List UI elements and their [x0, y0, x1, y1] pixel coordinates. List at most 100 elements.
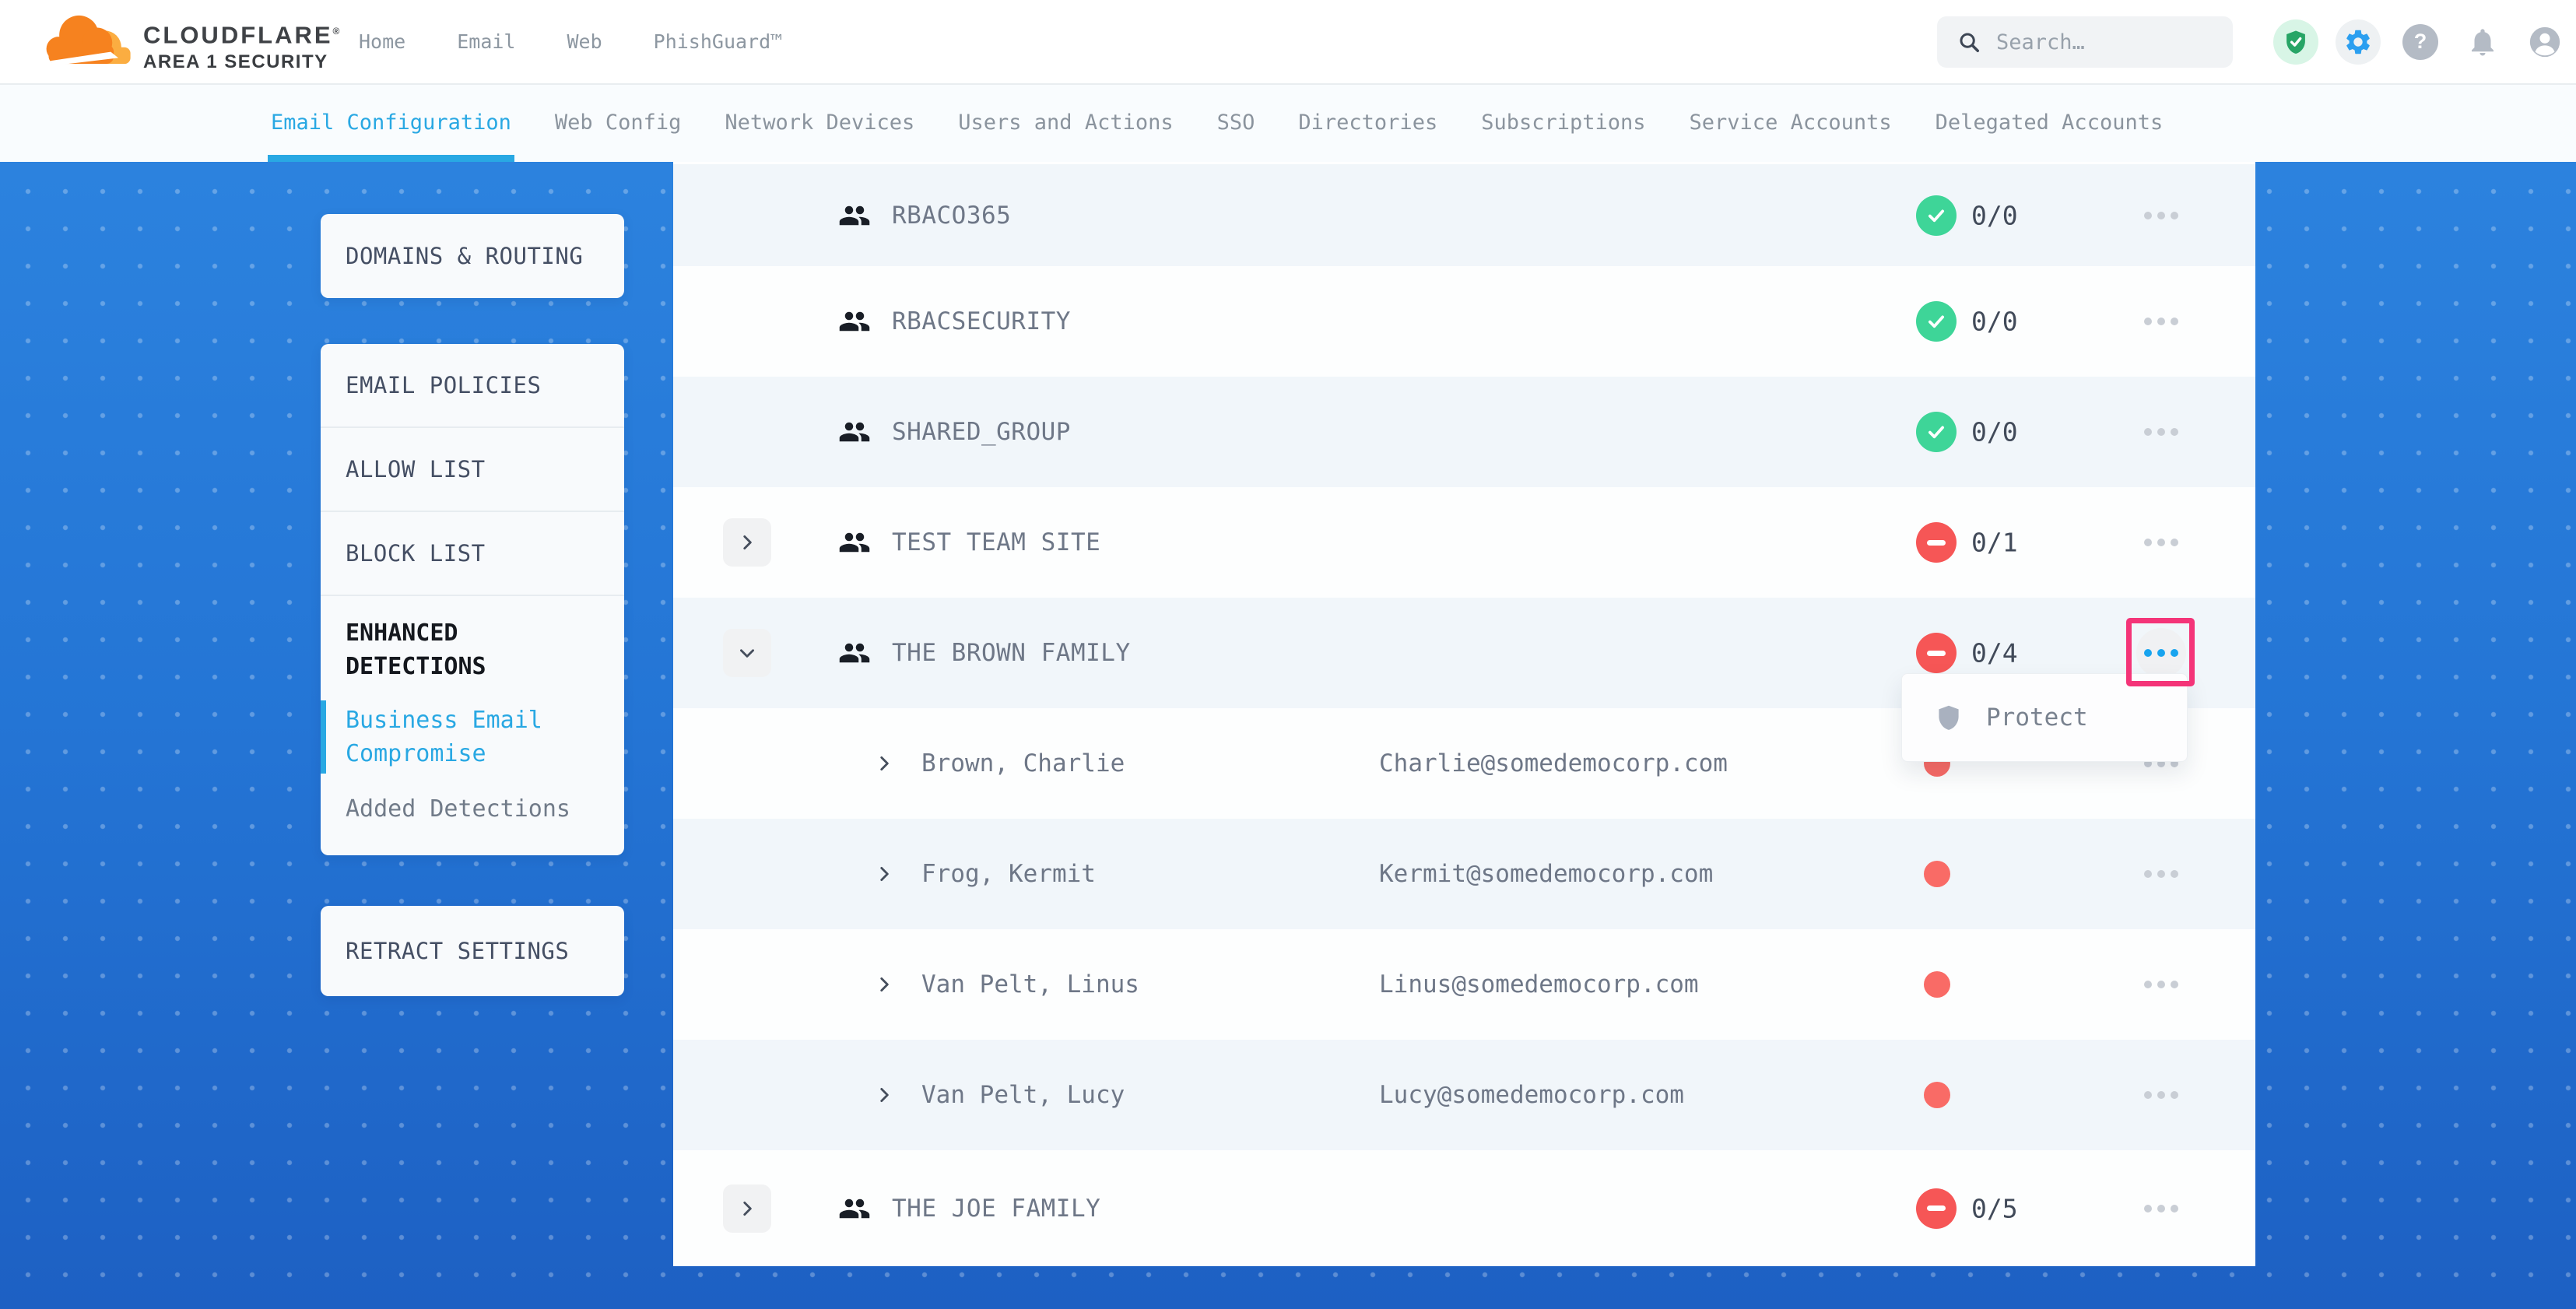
- table-row-group: RBACSECURITY 0/0: [673, 266, 2255, 377]
- row-actions-kebab-button[interactable]: [2136, 297, 2186, 346]
- cloudflare-logo[interactable]: CLOUDFLARE® AREA 1 SECURITY: [45, 6, 342, 74]
- shield-check-icon[interactable]: [2265, 19, 2327, 65]
- menu-item-protect[interactable]: Protect: [1986, 704, 2088, 732]
- protected-count: 0/0: [1971, 417, 2018, 447]
- sidebar-card-policies: EMAIL POLICIES ALLOW LIST BLOCK LIST ENHAN…: [321, 344, 624, 855]
- group-icon: [838, 526, 871, 559]
- shield-icon: [1935, 704, 1963, 732]
- expand-row-button[interactable]: [723, 518, 771, 567]
- sidebar-item-added-detections[interactable]: Added Detections: [346, 792, 599, 826]
- row-actions-kebab-button[interactable]: [2136, 960, 2186, 1009]
- group-icon: [838, 1192, 871, 1225]
- row-actions-kebab-button[interactable]: [2136, 849, 2186, 899]
- status-badge-ok: [1916, 301, 1957, 342]
- group-name[interactable]: RBACO365: [892, 202, 1011, 230]
- tab-web-config[interactable]: Web Config: [555, 83, 682, 162]
- table-row-group: RBACO3650/0: [673, 164, 2255, 266]
- sidebar-card-domains[interactable]: DOMAINS & ROUTING: [321, 214, 624, 298]
- enhanced-detections-title[interactable]: ENHANCED DETECTIONS: [346, 616, 599, 683]
- tab-sso[interactable]: SSO: [1217, 83, 1255, 162]
- row-actions-kebab-button[interactable]: [2136, 191, 2186, 240]
- status-badge-blocked: [1916, 633, 1957, 673]
- chevron-right-icon[interactable]: [874, 864, 894, 884]
- header-nav-email[interactable]: Email: [457, 30, 515, 53]
- group-name[interactable]: RBACSECURITY: [892, 307, 1071, 335]
- header-nav-web[interactable]: Web: [567, 30, 602, 53]
- chevron-right-icon: [737, 532, 757, 553]
- row-actions-kebab-button[interactable]: [2136, 1184, 2186, 1234]
- tab-delegated-accounts[interactable]: Delegated Accounts: [1936, 83, 2164, 162]
- status-dot-blocked: [1924, 1082, 1950, 1108]
- context-menu: Protect: [1901, 673, 2188, 762]
- search-box[interactable]: [1937, 16, 2233, 68]
- protected-count: 0/1: [1971, 528, 2018, 558]
- table-row-group: SHARED_GROUP 0/0: [673, 377, 2255, 487]
- bell-icon[interactable]: [2451, 26, 2514, 58]
- user-icon[interactable]: [2514, 24, 2576, 60]
- status-badge-blocked: [1916, 1188, 1957, 1229]
- row-actions-kebab-button[interactable]: [2136, 1070, 2186, 1120]
- group-name[interactable]: SHARED_GROUP: [892, 418, 1071, 446]
- protected-count: 0/4: [1971, 638, 2018, 669]
- member-name[interactable]: Van Pelt, Lucy: [921, 1081, 1125, 1109]
- table-row-member: Frog, Kermit Kermit@somedemocorp.com: [673, 819, 2255, 929]
- sidebar-card-retract[interactable]: RETRACT SETTINGS: [321, 906, 624, 996]
- tab-network-devices[interactable]: Network Devices: [725, 83, 914, 162]
- tab-email-configuration[interactable]: Email Configuration: [271, 83, 511, 162]
- gear-icon[interactable]: [2327, 19, 2389, 65]
- status-badge-ok: [1916, 195, 1957, 236]
- expand-row-button[interactable]: [723, 1184, 771, 1233]
- tab-subscriptions[interactable]: Subscriptions: [1481, 83, 1645, 162]
- table-row-group: TEST TEAM SITE 0/1: [673, 487, 2255, 598]
- table-row-member: Van Pelt, LucyLucy@somedemocorp.com: [673, 1040, 2255, 1150]
- protected-count: 0/5: [1971, 1193, 2018, 1223]
- search-input[interactable]: [1996, 30, 2214, 54]
- sidebar-item-label: Business Email Compromise: [346, 707, 542, 767]
- row-actions-kebab-button[interactable]: [2136, 518, 2186, 567]
- table-row-group: THE JOE FAMILY 0/5: [673, 1150, 2255, 1266]
- table-row-member: Van Pelt, Linus Linus@somedemocorp.com: [673, 929, 2255, 1040]
- sidebar-item-allow-list[interactable]: ALLOW LIST: [321, 428, 624, 512]
- config-tabs: Email Configuration Web Config Network Dev…: [0, 83, 2576, 162]
- group-icon: [838, 416, 871, 448]
- header-icons: ?: [2265, 0, 2576, 83]
- help-icon[interactable]: ?: [2389, 24, 2451, 60]
- group-name[interactable]: THE JOE FAMILY: [892, 1195, 1100, 1223]
- tab-users-and-actions[interactable]: Users and Actions: [958, 83, 1173, 162]
- sidebar-item-email-policies[interactable]: EMAIL POLICIES: [321, 344, 624, 428]
- tab-directories[interactable]: Directories: [1298, 83, 1437, 162]
- active-indicator-bar: [321, 700, 326, 774]
- member-name[interactable]: Van Pelt, Linus: [921, 970, 1139, 998]
- brand-name: CLOUDFLARE®: [143, 16, 342, 51]
- status-dot-blocked: [1924, 861, 1950, 887]
- chevron-right-icon[interactable]: [874, 753, 894, 774]
- sidebar-section-enhanced-detections: ENHANCED DETECTIONS Business Email Compr…: [321, 596, 624, 826]
- member-name[interactable]: Frog, Kermit: [921, 860, 1096, 888]
- group-icon: [838, 637, 871, 669]
- group-name[interactable]: THE BROWN FAMILY: [892, 639, 1131, 667]
- member-email: Kermit@somedemocorp.com: [1379, 860, 1713, 888]
- member-name[interactable]: Brown, Charlie: [921, 749, 1125, 777]
- status-badge-blocked: [1916, 522, 1957, 563]
- chevron-right-icon[interactable]: [874, 974, 894, 995]
- chevron-right-icon[interactable]: [874, 1085, 894, 1105]
- tab-service-accounts[interactable]: Service Accounts: [1690, 83, 1892, 162]
- header-nav: Home Email Web PhishGuard™: [359, 0, 782, 83]
- sidebar-item-retract-settings[interactable]: RETRACT SETTINGS: [321, 938, 569, 964]
- sidebar-item-label: EMAIL POLICIES: [321, 372, 541, 398]
- member-email: Linus@somedemocorp.com: [1379, 970, 1699, 998]
- sidebar-item-label: BLOCK LIST: [321, 540, 486, 567]
- row-actions-kebab-button[interactable]: [2136, 628, 2186, 678]
- header-nav-home[interactable]: Home: [359, 30, 405, 53]
- search-icon: [1957, 30, 1981, 54]
- sidebar-item-business-email-compromise[interactable]: Business Email Compromise: [346, 704, 599, 770]
- row-actions-kebab-button[interactable]: [2136, 407, 2186, 457]
- collapse-row-button[interactable]: [723, 629, 771, 677]
- status-badge-ok: [1916, 412, 1957, 452]
- sidebar-item-domains-routing[interactable]: DOMAINS & ROUTING: [321, 243, 583, 269]
- group-name[interactable]: TEST TEAM SITE: [892, 528, 1100, 556]
- sidebar-item-block-list[interactable]: BLOCK LIST: [321, 512, 624, 596]
- header-nav-phishguard[interactable]: PhishGuard™: [654, 30, 783, 53]
- protected-count: 0/0: [1971, 307, 2018, 337]
- member-email: Charlie@somedemocorp.com: [1379, 749, 1728, 777]
